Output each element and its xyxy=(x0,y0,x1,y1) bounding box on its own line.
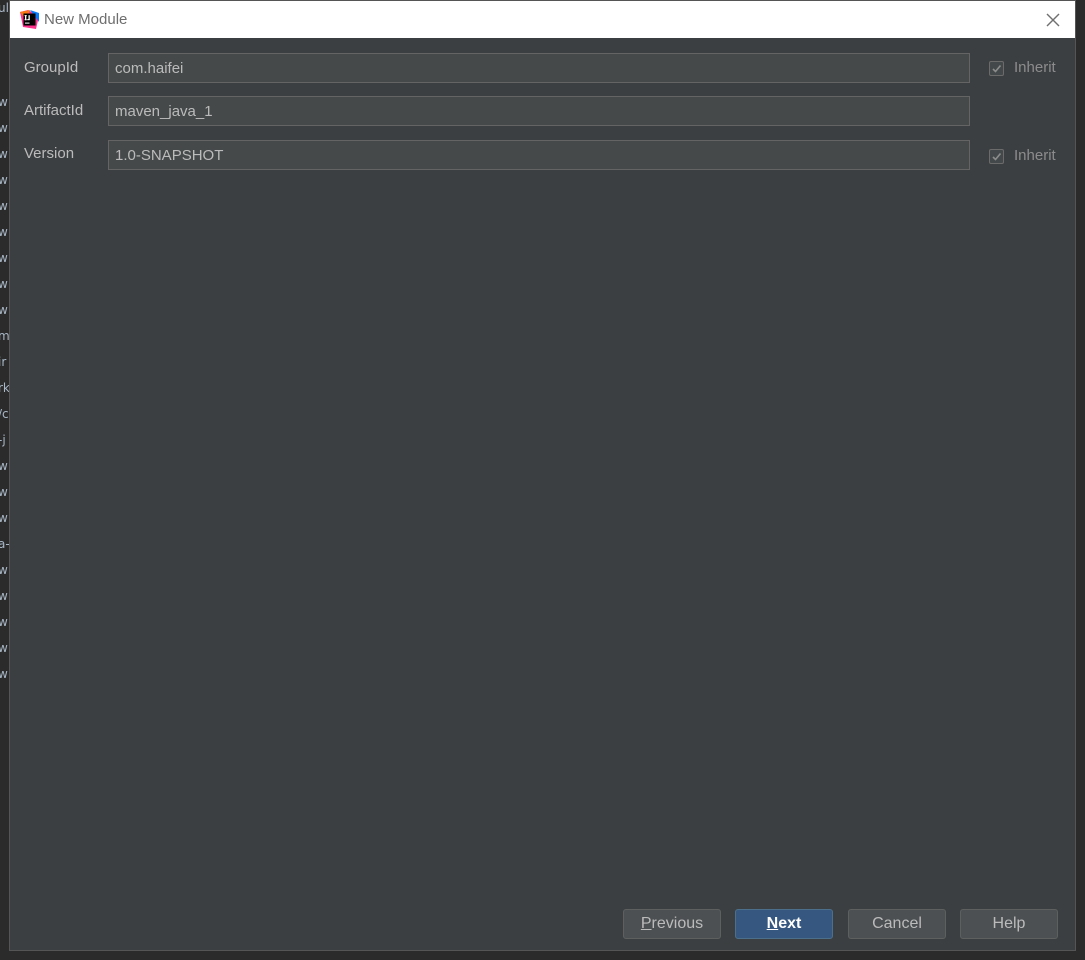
background-text-fragment: w xyxy=(0,303,8,317)
close-icon[interactable] xyxy=(1042,9,1064,31)
background-text-fragment: w xyxy=(0,251,8,265)
next-mnemonic: N xyxy=(766,915,779,932)
artifact-id-label: ArtifactId xyxy=(24,102,84,119)
checkbox-checked-icon[interactable] xyxy=(989,60,1004,76)
group-id-label: GroupId xyxy=(24,59,79,76)
previous-button[interactable]: Previous xyxy=(623,909,721,939)
background-ide-bottom-strip xyxy=(0,951,1085,960)
background-text-fragment: w xyxy=(0,277,8,291)
next-label: ext xyxy=(778,915,802,932)
group-id-input[interactable] xyxy=(108,53,970,83)
background-text-fragment: w xyxy=(0,459,8,473)
background-text-fragment: w xyxy=(0,615,8,629)
background-text-fragment: -j xyxy=(0,433,6,447)
background-text-fragment: w xyxy=(0,173,8,187)
background-text-fragment: w xyxy=(0,121,8,135)
previous-mnemonic: P xyxy=(640,915,652,932)
background-text-fragment: w xyxy=(0,511,8,525)
background-text-fragment: rk xyxy=(0,381,9,395)
intellij-idea-icon xyxy=(20,10,39,29)
version-label: Version xyxy=(24,145,75,162)
group-id-inherit-checkbox[interactable]: Inherit xyxy=(989,58,1056,78)
background-ide-right-strip xyxy=(1076,0,1085,960)
background-ide-left-strip: ulwwwwwwwwwmirrk/c-jwwwa-wwwww xyxy=(0,0,9,960)
help-button[interactable]: Help xyxy=(960,909,1058,939)
background-text-fragment: a- xyxy=(0,537,9,551)
dialog-title-bar: New Module xyxy=(10,1,1075,38)
background-text-fragment: w xyxy=(0,563,8,577)
background-text-fragment: w xyxy=(0,667,8,681)
version-input[interactable] xyxy=(108,140,970,170)
background-text-fragment: w xyxy=(0,589,8,603)
background-text-fragment: m xyxy=(0,329,9,343)
cancel-button[interactable]: Cancel xyxy=(848,909,946,939)
artifact-id-input[interactable] xyxy=(108,96,970,126)
version-inherit-label: Inherit xyxy=(1014,147,1056,164)
new-module-dialog: New Module GroupId Inherit ArtifactId Ve… xyxy=(9,0,1076,951)
checkbox-checked-icon[interactable] xyxy=(989,148,1004,164)
background-text-fragment: w xyxy=(0,641,8,655)
background-text-fragment: ul xyxy=(0,1,9,15)
next-button[interactable]: Next xyxy=(735,909,833,939)
group-id-inherit-label: Inherit xyxy=(1014,59,1056,76)
background-text-fragment: w xyxy=(0,485,8,499)
background-text-fragment: /c xyxy=(0,407,9,421)
background-text-fragment: w xyxy=(0,147,8,161)
dialog-title: New Module xyxy=(44,11,128,28)
background-text-fragment: w xyxy=(0,225,8,239)
background-text-fragment: w xyxy=(0,199,8,213)
background-text-fragment: ir xyxy=(0,355,7,369)
version-inherit-checkbox[interactable]: Inherit xyxy=(989,146,1056,166)
background-text-fragment: w xyxy=(0,95,8,109)
previous-label: revious xyxy=(651,915,704,932)
